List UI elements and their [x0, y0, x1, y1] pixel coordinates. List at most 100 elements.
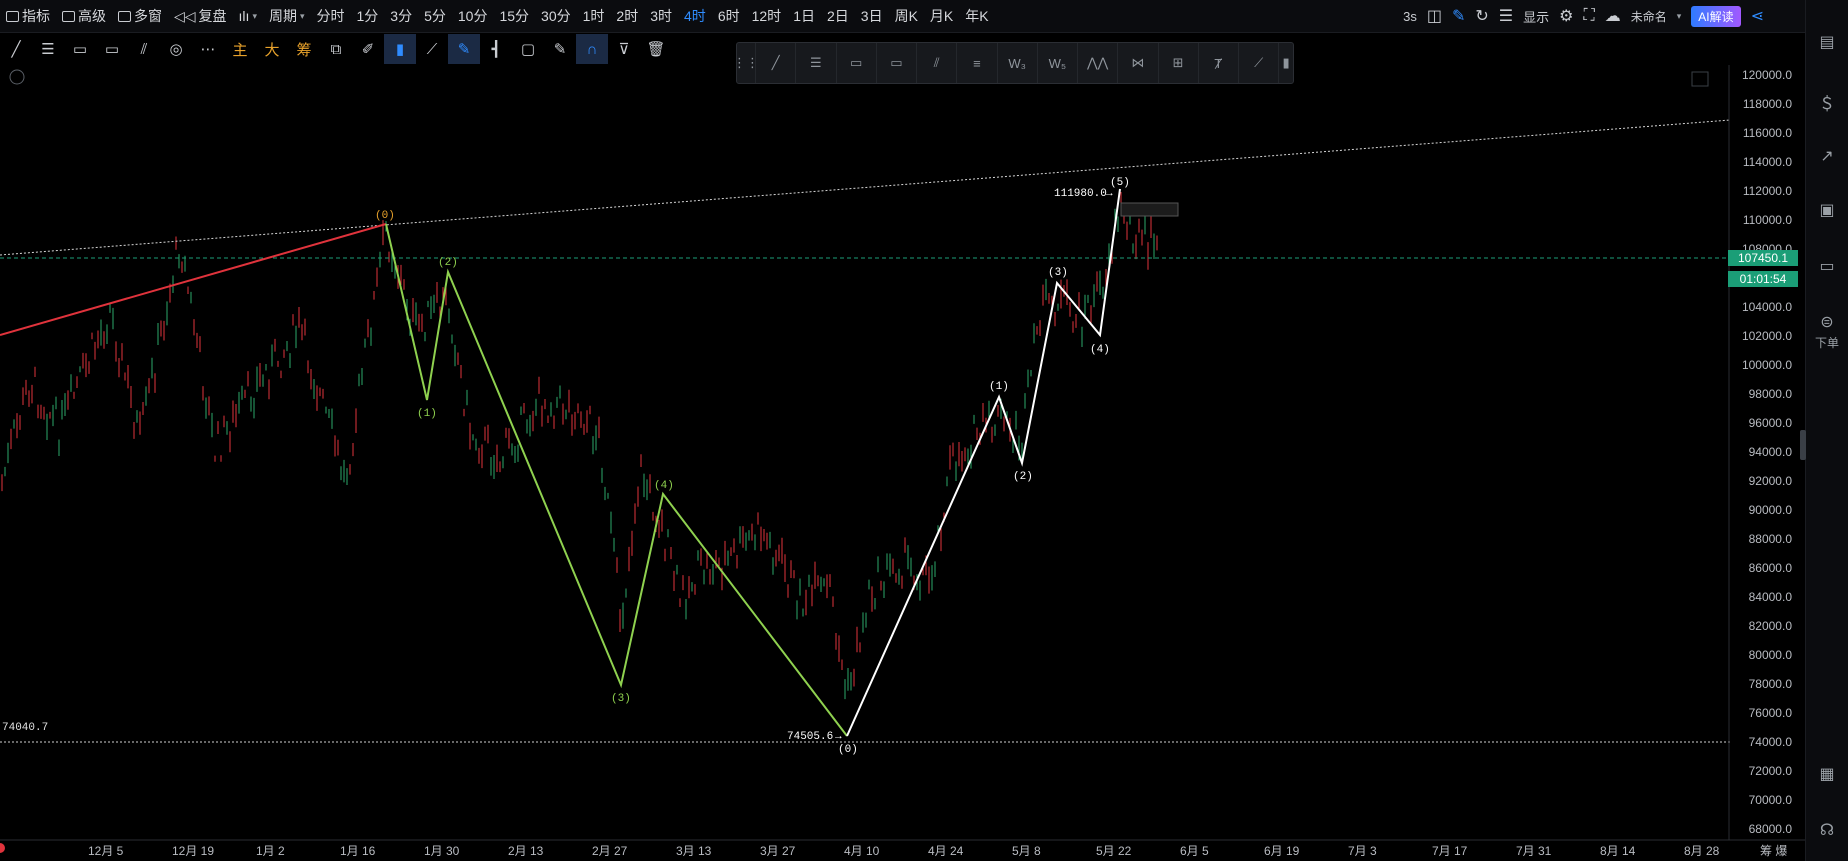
time-tick: 7月 31: [1516, 844, 1552, 858]
time-marker-icon: [0, 843, 5, 853]
channel-icon[interactable]: ⫽: [917, 43, 958, 83]
price-tick: 102000.0: [1741, 329, 1792, 343]
wave-label-green-3: (3): [611, 693, 631, 705]
expand-arrow-icon[interactable]: [9, 69, 25, 85]
time-tick: 8月 14: [1600, 844, 1636, 858]
price-tick: 94000.0: [1748, 445, 1792, 459]
red-trendline[interactable]: [0, 223, 387, 336]
price-tick: 82000.0: [1748, 619, 1792, 633]
monitor-icon[interactable]: ▣: [1816, 200, 1838, 222]
wave-label-white-1: (1): [989, 381, 1009, 393]
ray-icon[interactable]: ⟋: [1239, 43, 1280, 83]
price-tick: 84000.0: [1748, 590, 1792, 604]
xabcd-icon[interactable]: ⋈: [1118, 43, 1159, 83]
price-tick: 76000.0: [1748, 706, 1792, 720]
text-tool-icon[interactable]: Ⱦ: [1199, 43, 1239, 83]
price-tick: 116000.0: [1742, 126, 1792, 140]
layout-panel-icon[interactable]: ▦: [1816, 764, 1838, 786]
current-price-tag: 107450.1: [1728, 250, 1798, 266]
time-tick: 6月 5: [1180, 844, 1209, 858]
green-wave-line[interactable]: [385, 223, 848, 737]
low-price-label: 74505.6: [787, 731, 833, 743]
price-tick: 92000.0: [1748, 474, 1792, 488]
dotted-trendline[interactable]: [0, 119, 1731, 256]
parallel-lines-icon[interactable]: ☰: [796, 43, 837, 83]
wave-label-green-1: (1): [417, 408, 437, 420]
price-tick: 70000.0: [1748, 793, 1792, 807]
price-chart[interactable]: (0) (1) (2) (3) (4) (0) (1) (2) (3) (4) …: [0, 0, 1806, 861]
price-tick: 74000.0: [1748, 735, 1792, 749]
price-tick: 78000.0: [1748, 677, 1792, 691]
wave-3-icon[interactable]: W₃: [998, 43, 1038, 83]
time-tick: 3月 13: [676, 844, 712, 858]
time-tick: 12月 5: [88, 844, 124, 858]
wave-label-green-4: (4): [654, 480, 674, 492]
price-range-icon[interactable]: ▭: [877, 43, 917, 83]
range-box[interactable]: [1120, 202, 1179, 217]
price-tick: 72000.0: [1748, 764, 1792, 778]
price-tick: 98000.0: [1748, 387, 1792, 401]
time-tick: 7月 3: [1348, 844, 1377, 858]
document-icon[interactable]: ▤: [1816, 32, 1838, 54]
order-label[interactable]: 下单: [1812, 334, 1842, 356]
support-line-label: 74040.7: [2, 722, 48, 734]
price-tick: 68000.0: [1748, 822, 1792, 836]
wave-label-white-5: (5): [1110, 177, 1130, 189]
time-tick: 1月 30: [424, 844, 460, 858]
high-price-label: 111980.0: [1054, 188, 1107, 200]
price-tick: 90000.0: [1748, 503, 1792, 517]
time-tick: 2月 27: [592, 844, 628, 858]
low-arrow-icon: →: [835, 731, 842, 743]
price-tick: 100000.0: [1741, 358, 1792, 372]
card-icon[interactable]: ▭: [1816, 256, 1838, 278]
time-tick: 4月 10: [844, 844, 880, 858]
line-tool-icon[interactable]: ╱: [756, 43, 797, 83]
time-tick: 3月 27: [760, 844, 796, 858]
price-tick: 80000.0: [1748, 648, 1792, 662]
order-icon[interactable]: ⊜: [1816, 312, 1838, 334]
price-tick: 110000.0: [1742, 213, 1792, 227]
rect-tool-icon[interactable]: ▭: [837, 43, 877, 83]
wave-label-white-0: (0): [838, 744, 858, 756]
wave-label-green-2: (2): [438, 257, 458, 269]
time-tick: 4月 24: [928, 844, 964, 858]
wave-label-white-3: (3): [1048, 267, 1068, 279]
time-tick: 5月 22: [1096, 844, 1132, 858]
add-box-icon[interactable]: ⊞: [1159, 43, 1199, 83]
time-tick: 1月 2: [256, 844, 285, 858]
time-tick: 6月 19: [1264, 844, 1300, 858]
maximize-icon[interactable]: [1691, 71, 1709, 87]
wave-label-white-4: (4): [1090, 344, 1110, 356]
price-tick: 96000.0: [1748, 416, 1792, 430]
drag-handle-icon[interactable]: ⋮⋮: [733, 43, 759, 83]
price-tick: 112000.0: [1742, 184, 1792, 198]
corner-tab[interactable]: 筹 爆: [1760, 842, 1787, 859]
price-tick: 86000.0: [1748, 561, 1792, 575]
wave-label-white-2: (2): [1013, 471, 1033, 483]
price-tick: 104000.0: [1741, 300, 1792, 314]
drag-handle-icon[interactable]: ▮: [1279, 43, 1293, 83]
time-tick: 5月 8: [1012, 844, 1041, 858]
price-tick: 88000.0: [1748, 532, 1792, 546]
collapse-handle[interactable]: [1800, 430, 1806, 460]
headset-icon[interactable]: ☊: [1816, 820, 1838, 842]
bar-countdown-tag: 01:01:54: [1728, 271, 1798, 287]
wave-label-orange-0: (0): [375, 210, 395, 222]
high-arrow-icon: →: [1106, 188, 1113, 200]
right-sidebar: ▤ ＄ ↗ ▣ ▭ ⊜ 下单 ▦ ☊: [1800, 0, 1848, 861]
dollar-icon[interactable]: ＄: [1816, 90, 1838, 113]
time-tick: 12月 19: [172, 844, 215, 858]
trend-chart-icon[interactable]: ↗: [1816, 146, 1838, 168]
price-tick: 114000.0: [1742, 155, 1792, 169]
time-tick: 1月 16: [340, 844, 376, 858]
pattern-icon[interactable]: ⋀⋀: [1078, 43, 1119, 83]
white-wave-line[interactable]: [846, 188, 1121, 737]
time-tick: 8月 28: [1684, 844, 1720, 858]
wave-5-icon[interactable]: W₅: [1038, 43, 1078, 83]
fib-levels-icon[interactable]: ≡: [957, 43, 998, 83]
candlestick-series: [1, 191, 1158, 700]
time-tick: 2月 13: [508, 844, 544, 858]
price-tick: 120000.0: [1741, 68, 1792, 82]
price-tick: 118000.0: [1742, 97, 1792, 111]
time-tick: 7月 17: [1432, 844, 1468, 858]
